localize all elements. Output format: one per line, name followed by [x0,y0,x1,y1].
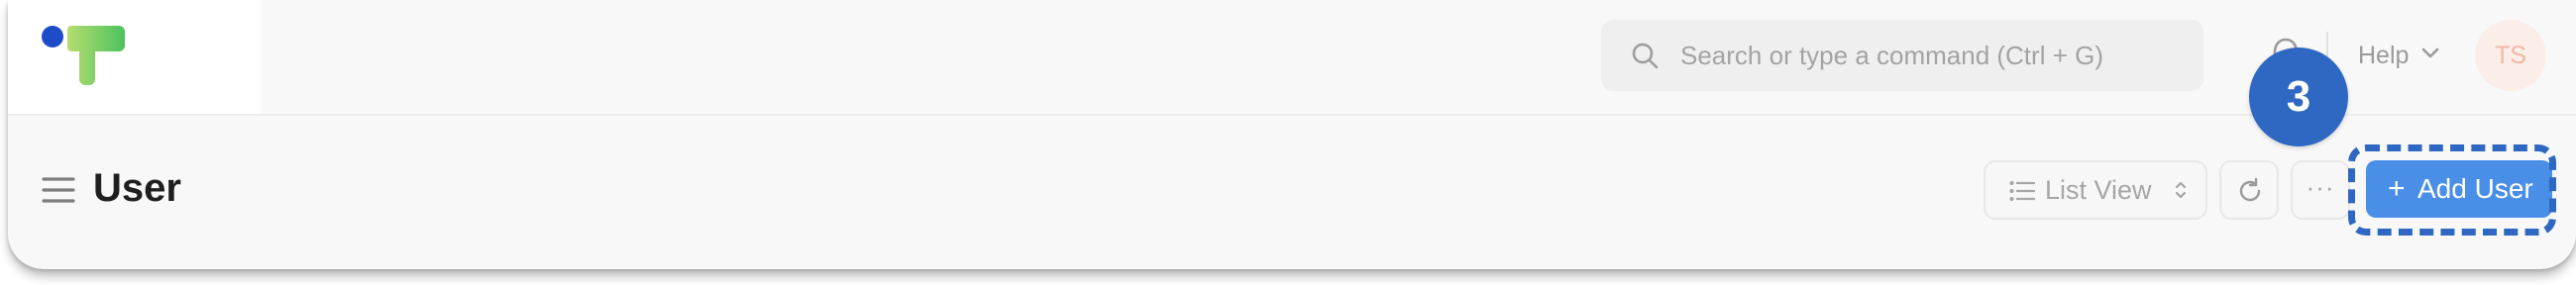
chevron-up-down-icon [2175,181,2187,199]
more-actions-button[interactable]: ··· [2291,160,2350,220]
list-icon [2009,181,2035,201]
list-view-label: List View [2045,175,2152,205]
refresh-button[interactable] [2219,160,2279,220]
help-menu[interactable]: Help [2358,0,2409,111]
plus-icon: + [2388,172,2406,205]
search-input[interactable]: Search or type a command (Ctrl + G) [1680,20,2103,91]
chevron-down-icon[interactable] [2421,48,2439,59]
top-navbar: Search or type a command (Ctrl + G) Help… [8,0,2576,116]
hamburger-icon[interactable] [42,176,75,204]
logo-dot [42,26,63,48]
search-bar[interactable]: Search or type a command (Ctrl + G) [1601,20,2203,91]
app-logo-icon [67,26,125,85]
user-avatar[interactable]: TS [2475,20,2546,91]
refresh-icon [2239,177,2261,202]
add-user-button[interactable]: + Add User [2366,160,2552,218]
step-number-badge: 3 [2249,48,2348,146]
app-frame: Search or type a command (Ctrl + G) Help… [8,0,2576,269]
add-user-label: Add User [2417,173,2533,204]
logo-area[interactable] [8,0,261,114]
list-view-select[interactable]: List View [1984,160,2207,220]
page-title: User [93,166,181,210]
search-icon [1632,43,1659,69]
